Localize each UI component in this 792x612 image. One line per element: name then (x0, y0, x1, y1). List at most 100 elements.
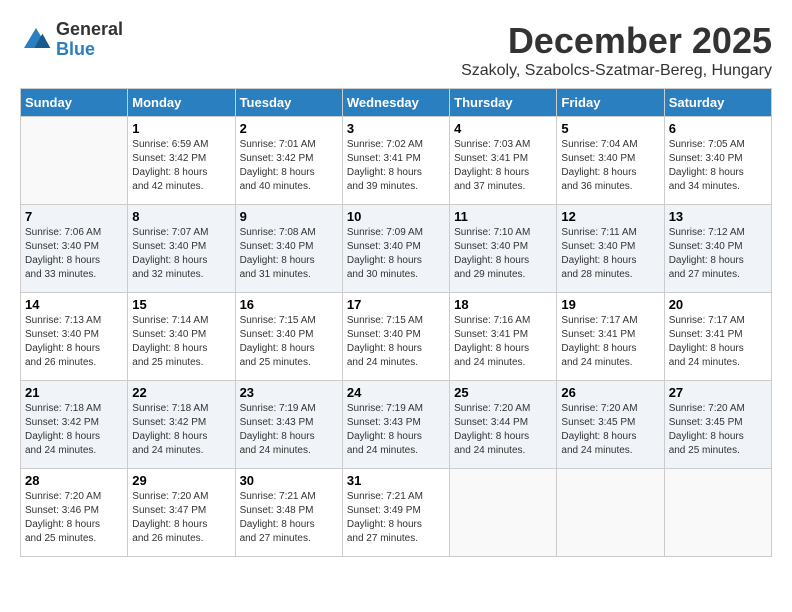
day-number: 15 (132, 297, 230, 312)
location-title: Szakoly, Szabolcs-Szatmar-Bereg, Hungary (461, 62, 772, 80)
calendar-body: 1 Sunrise: 6:59 AM Sunset: 3:42 PM Daylig… (21, 117, 772, 557)
logo: General Blue (20, 20, 123, 60)
day-header-thursday: Thursday (450, 89, 557, 117)
day-number: 18 (454, 297, 552, 312)
day-info: Sunrise: 7:20 AM Sunset: 3:47 PM Dayligh… (132, 490, 230, 546)
day-info: Sunrise: 7:04 AM Sunset: 3:40 PM Dayligh… (561, 138, 659, 194)
calendar-cell: 19 Sunrise: 7:17 AM Sunset: 3:41 PM Dayli… (557, 293, 664, 381)
day-info: Sunrise: 7:19 AM Sunset: 3:43 PM Dayligh… (347, 402, 445, 458)
day-number: 24 (347, 385, 445, 400)
day-info: Sunrise: 7:20 AM Sunset: 3:46 PM Dayligh… (25, 490, 123, 546)
calendar-week-1: 1 Sunrise: 6:59 AM Sunset: 3:42 PM Daylig… (21, 117, 772, 205)
day-number: 31 (347, 473, 445, 488)
day-number: 21 (25, 385, 123, 400)
logo-text: General Blue (56, 20, 123, 60)
day-info: Sunrise: 7:11 AM Sunset: 3:40 PM Dayligh… (561, 226, 659, 282)
day-info: Sunrise: 7:21 AM Sunset: 3:48 PM Dayligh… (240, 490, 338, 546)
day-number: 9 (240, 209, 338, 224)
calendar-cell: 25Sunrise: 7:20 AM Sunset: 3:44 PM Dayli… (450, 381, 557, 469)
day-number: 25 (454, 385, 552, 400)
day-info: Sunrise: 7:16 AM Sunset: 3:41 PM Dayligh… (454, 314, 552, 370)
day-info: Sunrise: 7:13 AM Sunset: 3:40 PM Dayligh… (25, 314, 123, 370)
month-title: December 2025 (461, 20, 772, 62)
day-info: Sunrise: 7:20 AM Sunset: 3:45 PM Dayligh… (561, 402, 659, 458)
day-info: Sunrise: 7:15 AM Sunset: 3:40 PM Dayligh… (240, 314, 338, 370)
day-number: 22 (132, 385, 230, 400)
calendar-cell: 23 Sunrise: 7:19 AM Sunset: 3:43 PM Dayli… (235, 381, 342, 469)
day-header-tuesday: Tuesday (235, 89, 342, 117)
day-info: Sunrise: 7:03 AM Sunset: 3:41 PM Dayligh… (454, 138, 552, 194)
day-header-monday: Monday (128, 89, 235, 117)
calendar-cell: 30 Sunrise: 7:21 AM Sunset: 3:48 PM Dayli… (235, 469, 342, 557)
calendar-cell: 11Sunrise: 7:10 AM Sunset: 3:40 PM Dayli… (450, 205, 557, 293)
day-header-wednesday: Wednesday (342, 89, 449, 117)
day-number: 28 (25, 473, 123, 488)
calendar-cell (21, 117, 128, 205)
day-info: Sunrise: 7:18 AM Sunset: 3:42 PM Dayligh… (25, 402, 123, 458)
day-number: 13 (669, 209, 767, 224)
calendar-cell: 12Sunrise: 7:11 AM Sunset: 3:40 PM Dayli… (557, 205, 664, 293)
calendar-cell: 6Sunrise: 7:05 AM Sunset: 3:40 PM Daylig… (664, 117, 771, 205)
day-info: Sunrise: 7:20 AM Sunset: 3:45 PM Dayligh… (669, 402, 767, 458)
day-header-sunday: Sunday (21, 89, 128, 117)
calendar-table: SundayMondayTuesdayWednesdayThursdayFrid… (20, 88, 772, 557)
day-info: Sunrise: 7:19 AM Sunset: 3:43 PM Dayligh… (240, 402, 338, 458)
day-info: Sunrise: 7:15 AM Sunset: 3:40 PM Dayligh… (347, 314, 445, 370)
calendar-week-3: 14 Sunrise: 7:13 AM Sunset: 3:40 PM Dayli… (21, 293, 772, 381)
header: General Blue December 2025 Szakoly, Szab… (20, 20, 772, 80)
calendar-cell: 20Sunrise: 7:17 AM Sunset: 3:41 PM Dayli… (664, 293, 771, 381)
day-number: 29 (132, 473, 230, 488)
calendar-cell: 9 Sunrise: 7:08 AM Sunset: 3:40 PM Daylig… (235, 205, 342, 293)
calendar-cell: 31Sunrise: 7:21 AM Sunset: 3:49 PM Dayli… (342, 469, 449, 557)
calendar-week-5: 28 Sunrise: 7:20 AM Sunset: 3:46 PM Dayli… (21, 469, 772, 557)
day-number: 1 (132, 121, 230, 136)
day-number: 16 (240, 297, 338, 312)
calendar-cell: 8Sunrise: 7:07 AM Sunset: 3:40 PM Daylig… (128, 205, 235, 293)
calendar-cell: 3 Sunrise: 7:02 AM Sunset: 3:41 PM Daylig… (342, 117, 449, 205)
calendar-cell: 24 Sunrise: 7:19 AM Sunset: 3:43 PM Dayli… (342, 381, 449, 469)
day-info: Sunrise: 7:17 AM Sunset: 3:41 PM Dayligh… (669, 314, 767, 370)
calendar-cell: 17 Sunrise: 7:15 AM Sunset: 3:40 PM Dayli… (342, 293, 449, 381)
day-info: Sunrise: 6:59 AM Sunset: 3:42 PM Dayligh… (132, 138, 230, 194)
day-number: 14 (25, 297, 123, 312)
calendar-cell: 5 Sunrise: 7:04 AM Sunset: 3:40 PM Daylig… (557, 117, 664, 205)
calendar-cell: 22Sunrise: 7:18 AM Sunset: 3:42 PM Dayli… (128, 381, 235, 469)
day-number: 3 (347, 121, 445, 136)
day-number: 2 (240, 121, 338, 136)
calendar-cell: 27Sunrise: 7:20 AM Sunset: 3:45 PM Dayli… (664, 381, 771, 469)
logo-icon (20, 24, 52, 56)
day-info: Sunrise: 7:09 AM Sunset: 3:40 PM Dayligh… (347, 226, 445, 282)
calendar-cell: 10 Sunrise: 7:09 AM Sunset: 3:40 PM Dayli… (342, 205, 449, 293)
day-info: Sunrise: 7:05 AM Sunset: 3:40 PM Dayligh… (669, 138, 767, 194)
title-area: December 2025 Szakoly, Szabolcs-Szatmar-… (461, 20, 772, 80)
calendar-cell: 18 Sunrise: 7:16 AM Sunset: 3:41 PM Dayli… (450, 293, 557, 381)
calendar-cell (557, 469, 664, 557)
calendar-cell (450, 469, 557, 557)
day-info: Sunrise: 7:12 AM Sunset: 3:40 PM Dayligh… (669, 226, 767, 282)
calendar-cell: 1 Sunrise: 6:59 AM Sunset: 3:42 PM Daylig… (128, 117, 235, 205)
day-number: 17 (347, 297, 445, 312)
day-number: 5 (561, 121, 659, 136)
calendar-week-4: 21 Sunrise: 7:18 AM Sunset: 3:42 PM Dayli… (21, 381, 772, 469)
calendar-cell: 13 Sunrise: 7:12 AM Sunset: 3:40 PM Dayli… (664, 205, 771, 293)
day-info: Sunrise: 7:17 AM Sunset: 3:41 PM Dayligh… (561, 314, 659, 370)
day-info: Sunrise: 7:06 AM Sunset: 3:40 PM Dayligh… (25, 226, 123, 282)
calendar-cell: 7 Sunrise: 7:06 AM Sunset: 3:40 PM Daylig… (21, 205, 128, 293)
calendar-cell: 29 Sunrise: 7:20 AM Sunset: 3:47 PM Dayli… (128, 469, 235, 557)
logo-blue: Blue (56, 40, 123, 60)
calendar-cell: 21 Sunrise: 7:18 AM Sunset: 3:42 PM Dayli… (21, 381, 128, 469)
day-number: 7 (25, 209, 123, 224)
calendar-cell: 28 Sunrise: 7:20 AM Sunset: 3:46 PM Dayli… (21, 469, 128, 557)
calendar-cell: 4Sunrise: 7:03 AM Sunset: 3:41 PM Daylig… (450, 117, 557, 205)
calendar-cell: 14 Sunrise: 7:13 AM Sunset: 3:40 PM Dayli… (21, 293, 128, 381)
day-number: 23 (240, 385, 338, 400)
day-info: Sunrise: 7:14 AM Sunset: 3:40 PM Dayligh… (132, 314, 230, 370)
day-number: 19 (561, 297, 659, 312)
day-number: 10 (347, 209, 445, 224)
day-info: Sunrise: 7:02 AM Sunset: 3:41 PM Dayligh… (347, 138, 445, 194)
calendar-week-2: 7 Sunrise: 7:06 AM Sunset: 3:40 PM Daylig… (21, 205, 772, 293)
day-number: 30 (240, 473, 338, 488)
calendar-cell: 15 Sunrise: 7:14 AM Sunset: 3:40 PM Dayli… (128, 293, 235, 381)
day-info: Sunrise: 7:08 AM Sunset: 3:40 PM Dayligh… (240, 226, 338, 282)
calendar-cell: 26Sunrise: 7:20 AM Sunset: 3:45 PM Dayli… (557, 381, 664, 469)
